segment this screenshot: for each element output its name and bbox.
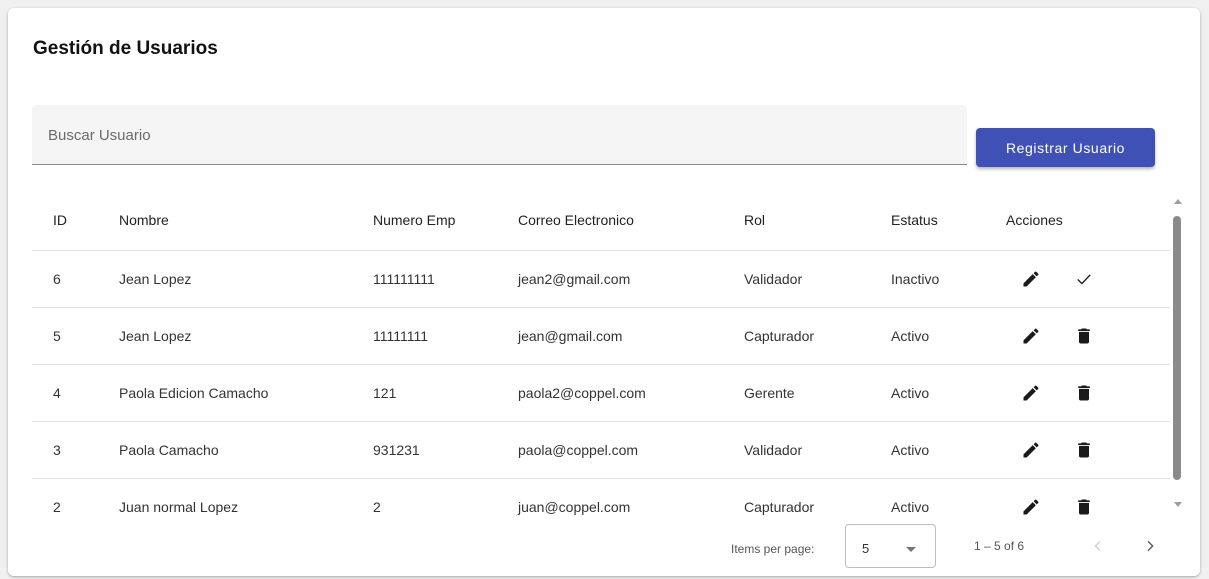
paginator: Items per page: 5 1 – 5 of 6	[8, 520, 1200, 572]
table-header-row: ID Nombre Numero Emp Correo Electronico …	[32, 190, 1170, 251]
cell-acciones	[1006, 250, 1170, 308]
delete-icon[interactable]	[1072, 495, 1096, 519]
cell-acciones	[1006, 364, 1170, 422]
cell-numero-emp: 11111111	[373, 307, 518, 365]
scroll-up-arrow-icon[interactable]	[1174, 199, 1182, 204]
items-per-page-select[interactable]: 5	[845, 524, 936, 568]
cell-estatus: Activo	[891, 478, 1006, 518]
cell-nombre: Juan normal Lopez	[119, 478, 373, 518]
cell-numero-emp: 121	[373, 364, 518, 422]
users-table: ID Nombre Numero Emp Correo Electronico …	[32, 190, 1170, 518]
table-row: 6 Jean Lopez 111111111 jean2@gmail.com V…	[32, 250, 1170, 308]
cell-estatus: Activo	[891, 421, 1006, 479]
cell-nombre: Paola Camacho	[119, 421, 373, 479]
header-acciones: Acciones	[1006, 190, 1170, 251]
table-scrollbar[interactable]	[1171, 190, 1185, 520]
items-per-page-label: Items per page:	[731, 542, 815, 556]
edit-icon[interactable]	[1019, 324, 1043, 348]
table-row: 5 Jean Lopez 11111111 jean@gmail.com Cap…	[32, 307, 1170, 365]
cell-correo: paola2@coppel.com	[518, 364, 744, 422]
table-row: 2 Juan normal Lopez 2 juan@coppel.com Ca…	[32, 478, 1170, 518]
header-numero-emp[interactable]: Numero Emp	[373, 190, 518, 251]
cell-correo: juan@coppel.com	[518, 478, 744, 518]
cell-acciones	[1006, 478, 1170, 518]
search-input[interactable]	[48, 123, 948, 147]
header-id[interactable]: ID	[32, 190, 119, 251]
cell-id: 4	[32, 364, 119, 422]
cell-nombre: Jean Lopez	[119, 250, 373, 308]
cell-rol: Gerente	[744, 364, 891, 422]
scroll-down-arrow-icon[interactable]	[1174, 502, 1182, 507]
user-management-card: Gestión de Usuarios Registrar Usuario ID…	[8, 8, 1200, 576]
edit-icon[interactable]	[1019, 267, 1043, 291]
chevron-left-icon[interactable]	[1086, 534, 1110, 558]
header-nombre[interactable]: Nombre	[119, 190, 373, 251]
items-per-page-value: 5	[862, 541, 870, 556]
cell-numero-emp: 2	[373, 478, 518, 518]
edit-icon[interactable]	[1019, 438, 1043, 462]
cell-nombre: Paola Edicion Camacho	[119, 364, 373, 422]
cell-correo: paola@coppel.com	[518, 421, 744, 479]
header-rol[interactable]: Rol	[744, 190, 891, 251]
cell-nombre: Jean Lopez	[119, 307, 373, 365]
scrollbar-thumb[interactable]	[1173, 216, 1181, 480]
cell-rol: Validador	[744, 250, 891, 308]
cell-acciones	[1006, 421, 1170, 479]
cell-numero-emp: 931231	[373, 421, 518, 479]
cell-estatus: Activo	[891, 364, 1006, 422]
page-title: Gestión de Usuarios	[33, 38, 218, 59]
cell-acciones	[1006, 307, 1170, 365]
delete-icon[interactable]	[1072, 381, 1096, 405]
users-table-container[interactable]: ID Nombre Numero Emp Correo Electronico …	[32, 190, 1170, 518]
cell-id: 2	[32, 478, 119, 518]
cell-correo: jean2@gmail.com	[518, 250, 744, 308]
page-range-label: 1 – 5 of 6	[974, 539, 1025, 553]
cell-id: 6	[32, 250, 119, 308]
register-user-button[interactable]: Registrar Usuario	[976, 128, 1155, 167]
cell-rol: Validador	[744, 421, 891, 479]
cell-estatus: Inactivo	[891, 250, 1006, 308]
cell-correo: jean@gmail.com	[518, 307, 744, 365]
chevron-right-icon[interactable]	[1138, 534, 1162, 558]
delete-icon[interactable]	[1072, 324, 1096, 348]
table-row: 3 Paola Camacho 931231 paola@coppel.com …	[32, 421, 1170, 479]
edit-icon[interactable]	[1019, 381, 1043, 405]
cell-id: 3	[32, 421, 119, 479]
search-field[interactable]	[32, 105, 967, 165]
header-estatus[interactable]: Estatus	[891, 190, 1006, 251]
cell-numero-emp: 111111111	[373, 250, 518, 308]
cell-rol: Capturador	[744, 478, 891, 518]
caret-down-icon	[906, 547, 916, 552]
cell-rol: Capturador	[744, 307, 891, 365]
check-icon[interactable]	[1072, 267, 1096, 291]
header-correo[interactable]: Correo Electronico	[518, 190, 744, 251]
edit-icon[interactable]	[1019, 495, 1043, 519]
cell-estatus: Activo	[891, 307, 1006, 365]
delete-icon[interactable]	[1072, 438, 1096, 462]
table-row: 4 Paola Edicion Camacho 121 paola2@coppe…	[32, 364, 1170, 422]
cell-id: 5	[32, 307, 119, 365]
